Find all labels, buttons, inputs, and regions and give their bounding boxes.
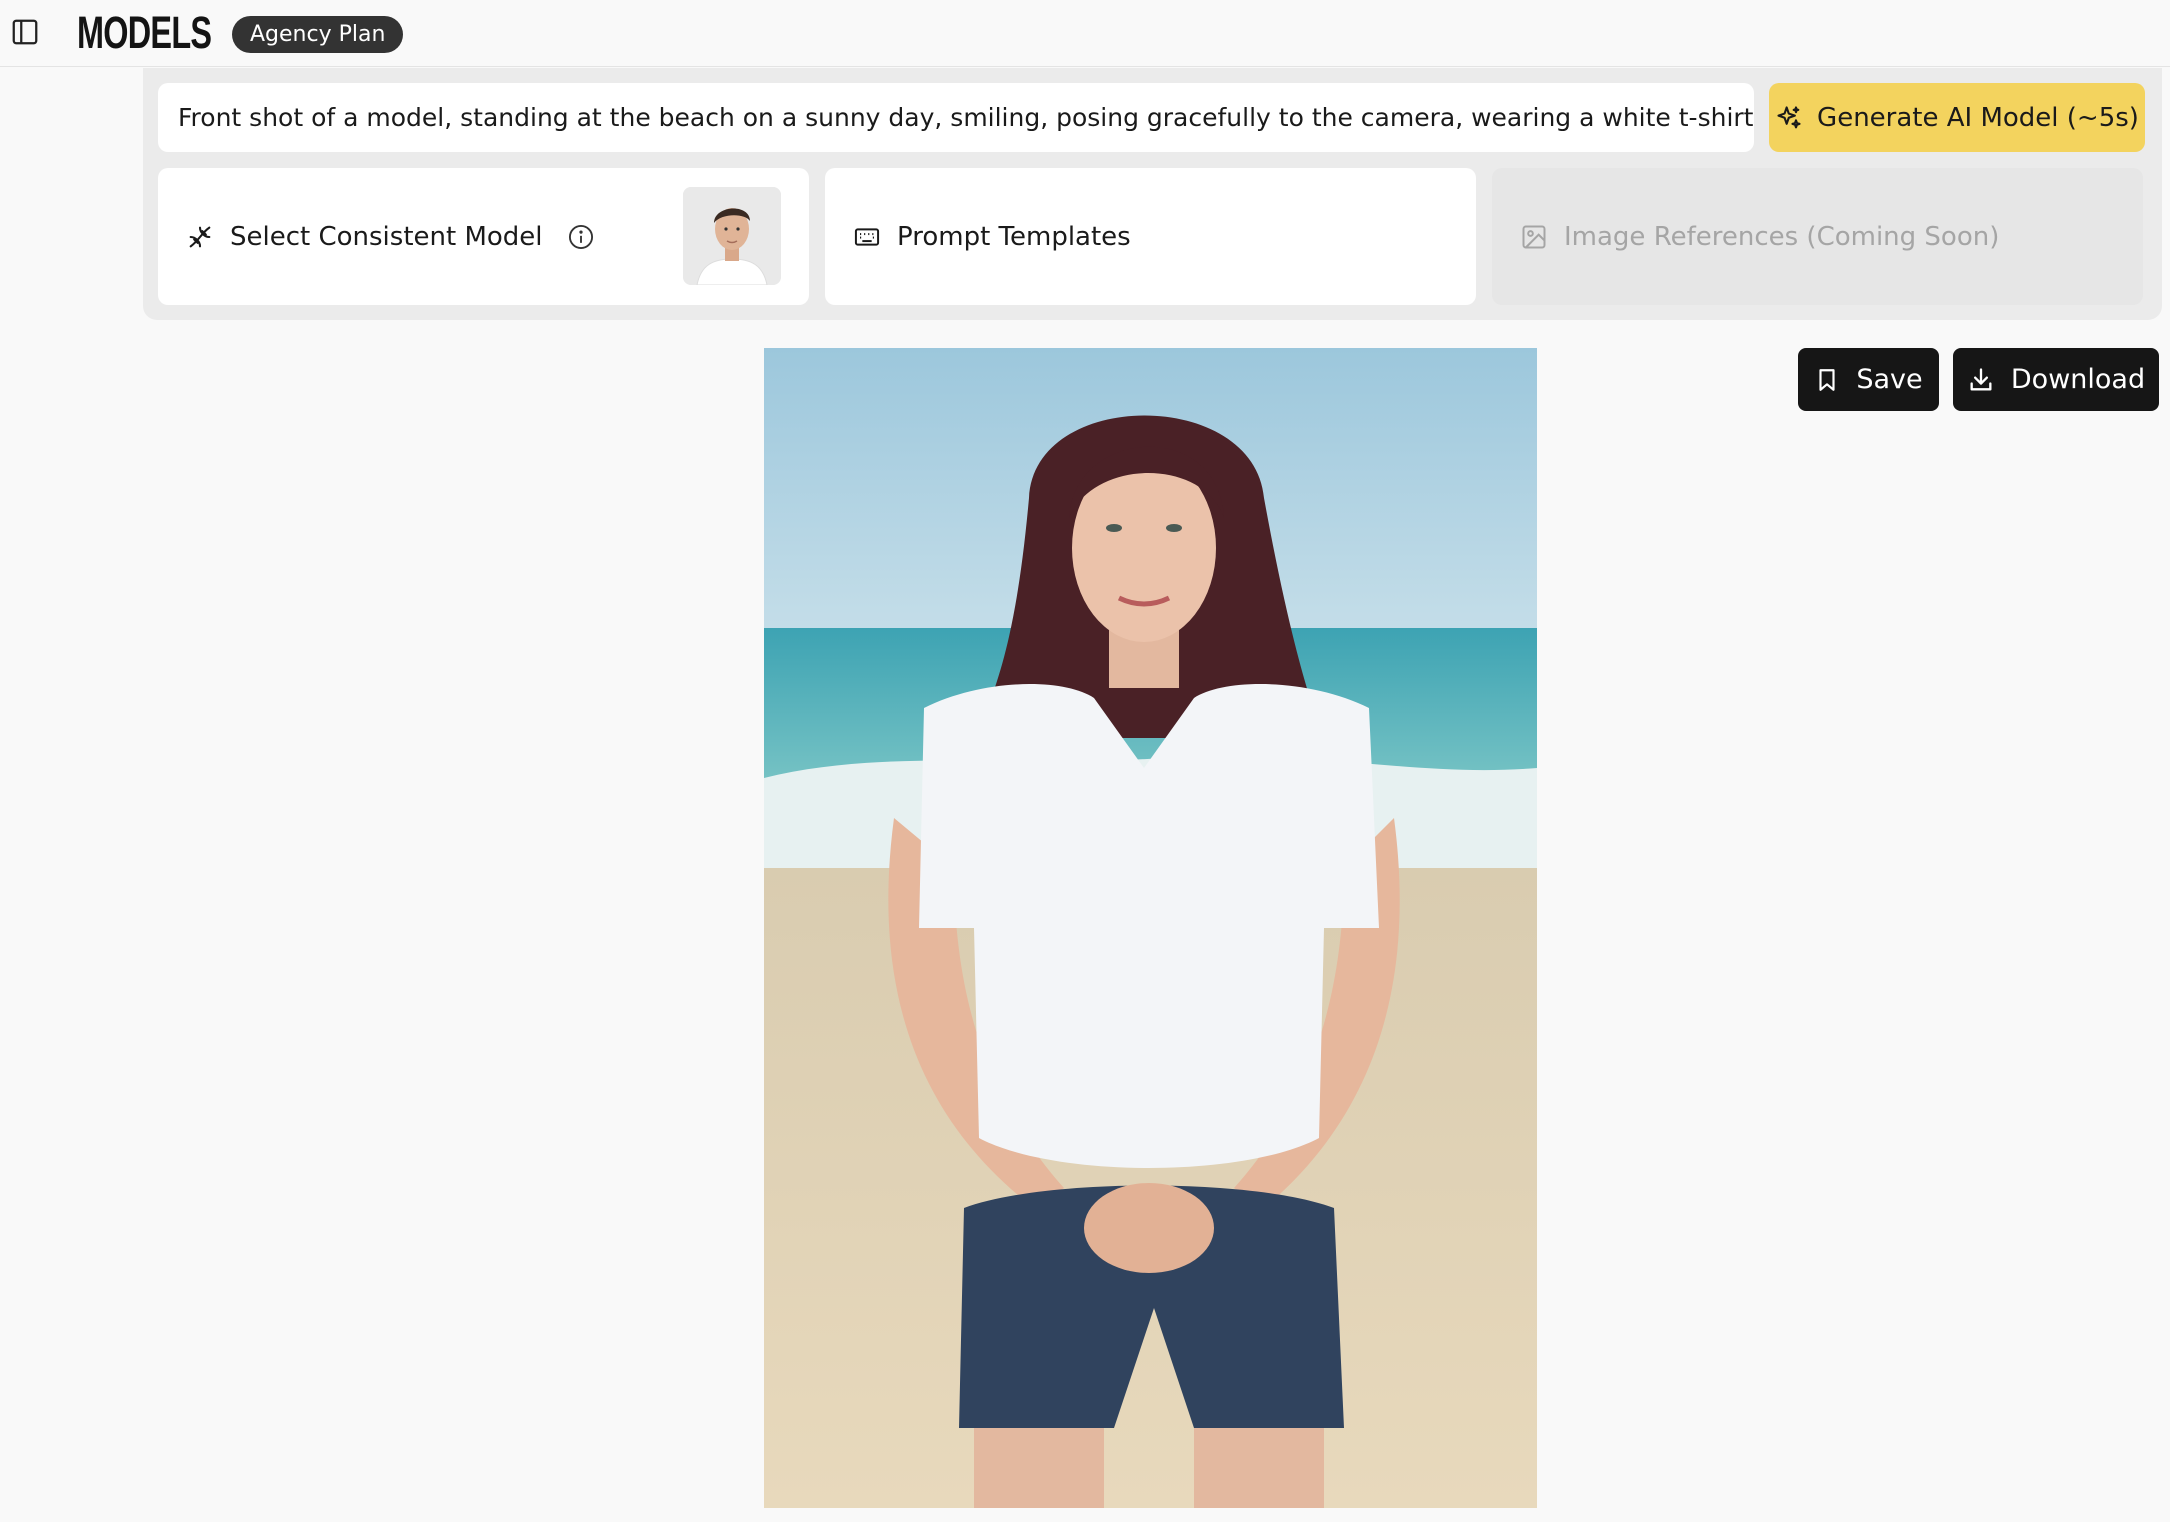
image-references-label: Image References (Coming Soon): [1564, 221, 2000, 252]
save-button-label: Save: [1856, 364, 1923, 395]
prompt-templates-label: Prompt Templates: [897, 221, 1131, 252]
save-button[interactable]: Save: [1798, 348, 1939, 411]
prompt-input[interactable]: Front shot of a model, standing at the b…: [158, 83, 1754, 152]
prompt-templates-card[interactable]: Prompt Templates: [825, 168, 1476, 305]
generate-button-label: Generate AI Model (~5s): [1817, 102, 2139, 133]
info-icon[interactable]: [567, 223, 595, 251]
download-icon: [1967, 366, 1995, 394]
bookmark-icon: [1814, 366, 1840, 394]
app-logo: MODELS: [77, 7, 212, 58]
selected-model-thumbnail[interactable]: [683, 187, 781, 285]
select-consistent-model-label: Select Consistent Model: [230, 221, 543, 252]
image-icon: [1520, 223, 1548, 251]
dna-icon: [186, 223, 214, 251]
select-consistent-model-card[interactable]: Select Consistent Model: [158, 168, 809, 305]
sidebar-toggle-icon[interactable]: [10, 17, 40, 47]
generated-model-image: [764, 348, 1537, 1508]
download-button[interactable]: Download: [1953, 348, 2159, 411]
top-bar: MODELS Agency Plan: [0, 0, 2170, 67]
download-button-label: Download: [2010, 364, 2146, 395]
plan-badge: Agency Plan: [232, 16, 404, 53]
keyboard-icon: [853, 223, 881, 251]
sparkles-icon: [1775, 104, 1803, 132]
generate-button[interactable]: Generate AI Model (~5s): [1769, 83, 2145, 152]
image-references-card: Image References (Coming Soon): [1492, 168, 2143, 305]
